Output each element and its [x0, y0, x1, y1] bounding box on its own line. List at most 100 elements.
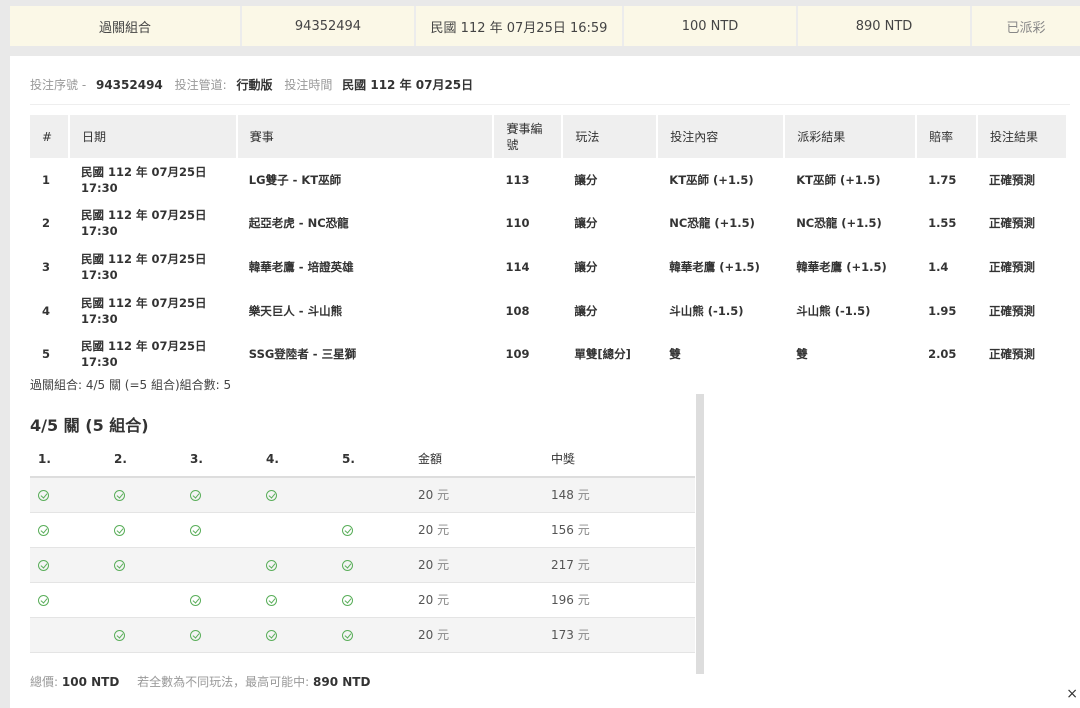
summary-stake: 100 NTD — [624, 6, 798, 46]
combo-col-5: 5. — [334, 441, 410, 478]
bet-match-no: 110 — [505, 216, 530, 231]
combo-col-1: 1. — [30, 441, 106, 478]
bet-pick: 斗山熊 (-1.5) — [669, 303, 744, 318]
bet-detail-panel: 投注序號 - 94352494 投注管道: 行動版 投注時間 民國 112 年 … — [10, 56, 1080, 708]
combo-row: 20 元 217 元 — [30, 547, 695, 583]
bet-match: SSG登陸者 - 三星獅 — [248, 347, 357, 362]
combo-amount-value: 20 — [418, 628, 434, 642]
bet-outcome: 正確預測 — [989, 216, 1036, 231]
bet-date-day: 民國 112 年 07月25日 — [80, 208, 207, 223]
bet-date: 民國 112 年 07月25日 17:30 — [69, 158, 237, 202]
bet-date-time: 17:30 — [80, 224, 118, 239]
combo-leg-4 — [258, 512, 334, 548]
bet-match: 韓華老鷹 - 培證英雄 — [248, 259, 354, 274]
combo-leg-4 — [258, 617, 334, 653]
check-circle-icon — [38, 489, 49, 501]
bet-outcome: 正確預測 — [989, 303, 1036, 318]
bet-play: 讓分 — [574, 172, 598, 187]
combo-win: 217 元 — [543, 547, 695, 583]
check-circle-icon — [38, 524, 49, 536]
bet-date-day: 民國 112 年 07月25日 — [80, 295, 207, 310]
bet-odds: 2.05 — [928, 347, 957, 362]
bet-odds: 1.4 — [928, 259, 949, 274]
check-circle-icon — [190, 594, 201, 606]
divider — [30, 104, 1070, 105]
bet-no: 4 — [42, 303, 51, 318]
bet-date: 民國 112 年 07月25日 17:30 — [69, 245, 237, 289]
channel-value: 行動版 — [236, 78, 273, 92]
bet-row: 1 民國 112 年 07月25日 17:30 LG雙子 - KT巫師 113 讓分 KT巫… — [30, 158, 1067, 202]
bet-match: LG雙子 - KT巫師 — [248, 172, 342, 187]
bet-result: NC恐龍 (+1.5) — [796, 216, 882, 231]
bet-match-no: 114 — [505, 259, 530, 274]
bet-row: 3 民國 112 年 07月25日 17:30 韓華老鷹 - 培證英雄 114 讓分 韓華老… — [30, 245, 1067, 289]
combo-scrollbar[interactable] — [696, 394, 704, 674]
check-circle-icon — [342, 629, 353, 641]
bet-date: 民國 112 年 07月25日 17:30 — [69, 202, 237, 246]
combo-amount-value: 20 — [418, 558, 434, 572]
combo-leg-5 — [334, 617, 410, 653]
col-header-match-no: 賽事編號 — [493, 115, 564, 158]
bet-date-time: 17:30 — [80, 267, 118, 282]
combo-leg-1 — [30, 512, 106, 548]
bet-no: 1 — [42, 172, 51, 187]
combo-leg-4 — [258, 477, 334, 513]
bet-play: 讓分 — [574, 259, 598, 274]
currency-unit: 元 — [577, 593, 590, 607]
check-circle-icon — [190, 524, 201, 536]
bet-date-day: 民國 112 年 07月25日 — [80, 164, 207, 179]
col-header-date: 日期 — [68, 115, 238, 158]
bet-date: 民國 112 年 07月25日 17:30 — [69, 332, 237, 376]
combo-title: 4/5 關 (5 組合) — [30, 416, 149, 435]
serial-value: 94352494 — [95, 78, 163, 92]
summary-bet-id: 94352494 — [242, 6, 416, 46]
check-circle-icon — [114, 489, 125, 501]
currency-unit: 元 — [577, 628, 590, 642]
combo-body: 20 元 148 元 20 元 156 元 20 元 217 元 20 元 196 元 20 元… — [30, 477, 695, 653]
combo-col-amount: 金額 — [410, 441, 543, 478]
col-header-play: 玩法 — [562, 115, 659, 158]
channel-label: 投注管道: — [174, 78, 227, 92]
bet-result: KT巫師 (+1.5) — [796, 172, 881, 187]
combo-amount: 20 元 — [410, 617, 543, 653]
combo-leg-3 — [182, 477, 258, 513]
check-circle-icon — [342, 559, 353, 571]
combo-table: 1. 2. 3. 4. 5. 金額 中獎 20 元 148 元 20 元 156 元2… — [30, 441, 695, 653]
combo-leg-1 — [30, 582, 106, 618]
bet-meta-line: 投注序號 - 94352494 投注管道: 行動版 投注時間 民國 112 年 … — [30, 76, 473, 93]
combo-leg-1 — [30, 477, 106, 513]
check-circle-icon — [114, 629, 125, 641]
bet-outcome: 正確預測 — [989, 172, 1036, 187]
col-header-result: 派彩結果 — [784, 115, 918, 158]
bet-match: 樂天巨人 - 斗山熊 — [248, 303, 343, 318]
combo-leg-3 — [182, 512, 258, 548]
combo-win-value: 217 — [551, 558, 574, 572]
col-header-pick: 投注內容 — [657, 115, 786, 158]
currency-unit: 元 — [437, 628, 450, 642]
bet-row: 4 民國 112 年 07月25日 17:30 樂天巨人 - 斗山熊 108 讓分 斗山熊 … — [30, 289, 1067, 333]
bet-match-no: 113 — [505, 172, 530, 187]
time-value: 民國 112 年 07月25日 — [342, 78, 474, 92]
combo-amount-value: 20 — [418, 523, 434, 537]
summary-datetime: 民國 112 年 07月25日 16:59 — [416, 6, 624, 46]
combo-summary: 過關組合: 4/5 關 (=5 組合)組合數: 5 — [30, 378, 232, 392]
close-icon[interactable]: × — [1066, 686, 1078, 702]
bets-table: # 日期 賽事 賽事編號 玩法 投注內容 派彩結果 賠率 投注結果 1 民國 11… — [30, 115, 1068, 376]
check-circle-icon — [342, 594, 353, 606]
combo-win-value: 148 — [551, 488, 574, 503]
footer-line: 總價: 100 NTD 若全數為不同玩法，最高可能中: 890 NTD — [30, 673, 370, 690]
bet-odds: 1.95 — [928, 303, 957, 318]
bet-summary-bar[interactable]: 過關組合 94352494 民國 112 年 07月25日 16:59 100 … — [10, 6, 1080, 46]
check-circle-icon — [266, 629, 277, 641]
check-circle-icon — [38, 559, 49, 571]
check-circle-icon — [190, 629, 201, 641]
combo-leg-3 — [182, 547, 258, 583]
total-label: 總價: — [30, 675, 59, 689]
combo-leg-4 — [258, 547, 334, 583]
bet-row: 5 民國 112 年 07月25日 17:30 SSG登陸者 - 三星獅 109 單雙[總… — [30, 332, 1067, 376]
combo-leg-1 — [30, 547, 106, 583]
col-header-odds: 賠率 — [916, 115, 979, 158]
combo-leg-1 — [30, 617, 106, 653]
combo-amount-value: 20 — [418, 488, 434, 503]
combo-amount: 20 元 — [410, 477, 543, 513]
